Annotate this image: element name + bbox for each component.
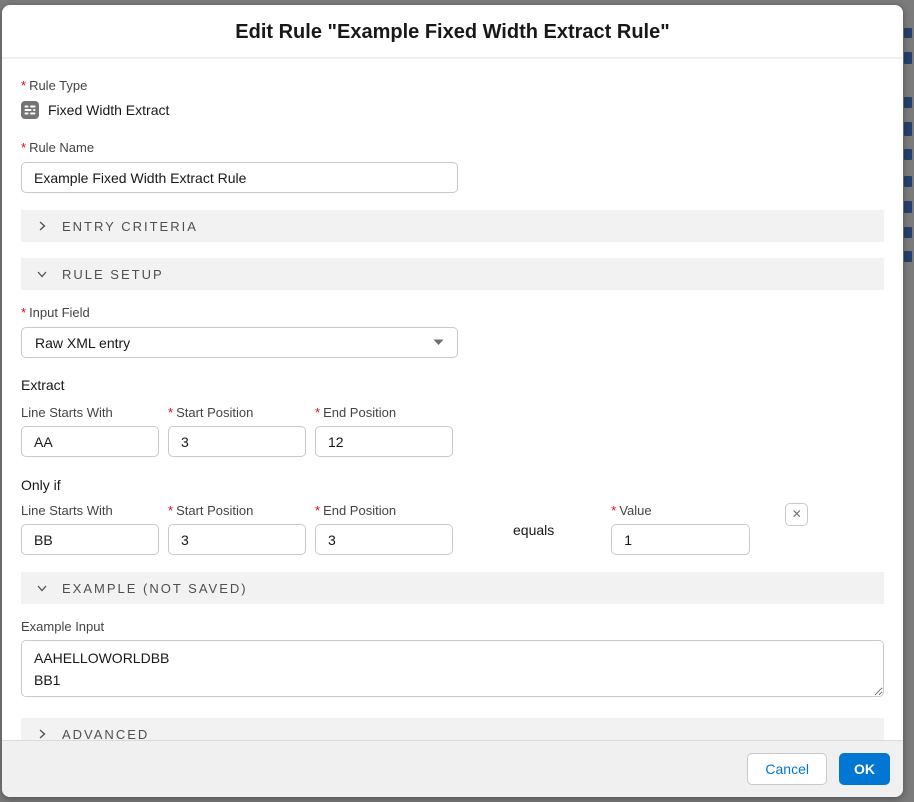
background-page-artifact <box>904 122 912 136</box>
rule-type-value: Fixed Width Extract <box>21 101 884 119</box>
extract-line-starts-with-input[interactable] <box>21 426 159 457</box>
extract-line-starts-with-field: Line Starts With <box>21 405 159 457</box>
background-page-artifact <box>904 97 912 108</box>
condition-end-position-input[interactable] <box>315 524 453 555</box>
ok-button[interactable]: OK <box>839 753 890 785</box>
extract-start-position-field: * Start Position <box>168 405 306 457</box>
cancel-button[interactable]: Cancel <box>747 753 827 785</box>
required-asterisk: * <box>611 503 616 519</box>
operator-text: equals <box>513 522 554 538</box>
example-input-label: Example Input <box>21 619 884 635</box>
background-page-artifact <box>904 176 912 187</box>
rule-type-label: * Rule Type <box>21 78 884 94</box>
input-field-label: * Input Field <box>21 305 884 321</box>
background-page-artifact <box>904 28 912 38</box>
section-example[interactable]: EXAMPLE (NOT SAVED) <box>21 572 884 604</box>
background-page-artifact <box>904 149 912 160</box>
chevron-down-icon <box>35 581 49 595</box>
edit-rule-modal: Edit Rule "Example Fixed Width Extract R… <box>2 5 903 797</box>
required-asterisk: * <box>168 405 173 421</box>
condition-line-starts-with-input[interactable] <box>21 524 159 555</box>
rule-type-field: * Rule Type Fixed Width Extract <box>21 78 884 119</box>
modal-header: Edit Rule "Example Fixed Width Extract R… <box>2 5 903 59</box>
chevron-right-icon <box>35 727 49 740</box>
chevron-right-icon <box>35 219 49 233</box>
section-advanced[interactable]: ADVANCED <box>21 718 884 740</box>
modal-body: * Rule Type Fixed Width Extract <box>2 59 903 740</box>
extract-end-position-field: * End Position <box>315 405 453 457</box>
condition-end-position-field: * End Position <box>315 503 453 555</box>
input-field-group: * Input Field Raw XML entry <box>21 305 884 358</box>
only-if-heading: Only if <box>21 477 884 493</box>
rule-name-label: * Rule Name <box>21 140 884 156</box>
input-field-selected-value: Raw XML entry <box>35 335 130 351</box>
input-field-combobox[interactable]: Raw XML entry <box>21 327 458 358</box>
required-asterisk: * <box>315 503 320 519</box>
modal-footer: Cancel OK <box>2 740 903 797</box>
condition-start-position-input[interactable] <box>168 524 306 555</box>
example-input-textarea[interactable]: AAHELLOWORLDBB BB1 <box>21 640 884 697</box>
required-asterisk: * <box>21 140 26 156</box>
modal-title: Edit Rule "Example Fixed Width Extract R… <box>22 20 883 44</box>
required-asterisk: * <box>315 405 320 421</box>
extract-row: Line Starts With * Start Position * End … <box>21 405 884 457</box>
background-page-artifact <box>904 227 912 238</box>
fixed-width-extract-icon <box>21 101 39 119</box>
required-asterisk: * <box>21 305 26 321</box>
condition-row: Line Starts With * Start Position * End … <box>21 503 884 555</box>
rule-name-input[interactable] <box>21 162 458 193</box>
background-page-artifact <box>904 52 912 64</box>
remove-condition-button[interactable]: ✕ <box>785 503 808 526</box>
required-asterisk: * <box>21 78 26 94</box>
condition-start-position-field: * Start Position <box>168 503 306 555</box>
chevron-down-icon <box>35 267 49 281</box>
extract-end-position-input[interactable] <box>315 426 453 457</box>
extract-start-position-input[interactable] <box>168 426 306 457</box>
section-rule-setup[interactable]: RULE SETUP <box>21 258 884 290</box>
rule-name-field: * Rule Name <box>21 140 884 193</box>
background-page-artifact <box>904 201 912 213</box>
dropdown-arrow-icon <box>433 339 444 346</box>
section-entry-criteria[interactable]: ENTRY CRITERIA <box>21 210 884 242</box>
required-asterisk: * <box>168 503 173 519</box>
condition-line-starts-with-field: Line Starts With <box>21 503 159 555</box>
rule-type-text: Fixed Width Extract <box>48 102 169 118</box>
condition-value-field: * Value <box>611 503 750 555</box>
extract-heading: Extract <box>21 377 884 393</box>
close-icon: ✕ <box>792 507 802 521</box>
background-page-artifact <box>904 251 912 262</box>
condition-value-input[interactable] <box>611 524 750 555</box>
example-input-group: Example Input AAHELLOWORLDBB BB1 <box>21 619 884 702</box>
